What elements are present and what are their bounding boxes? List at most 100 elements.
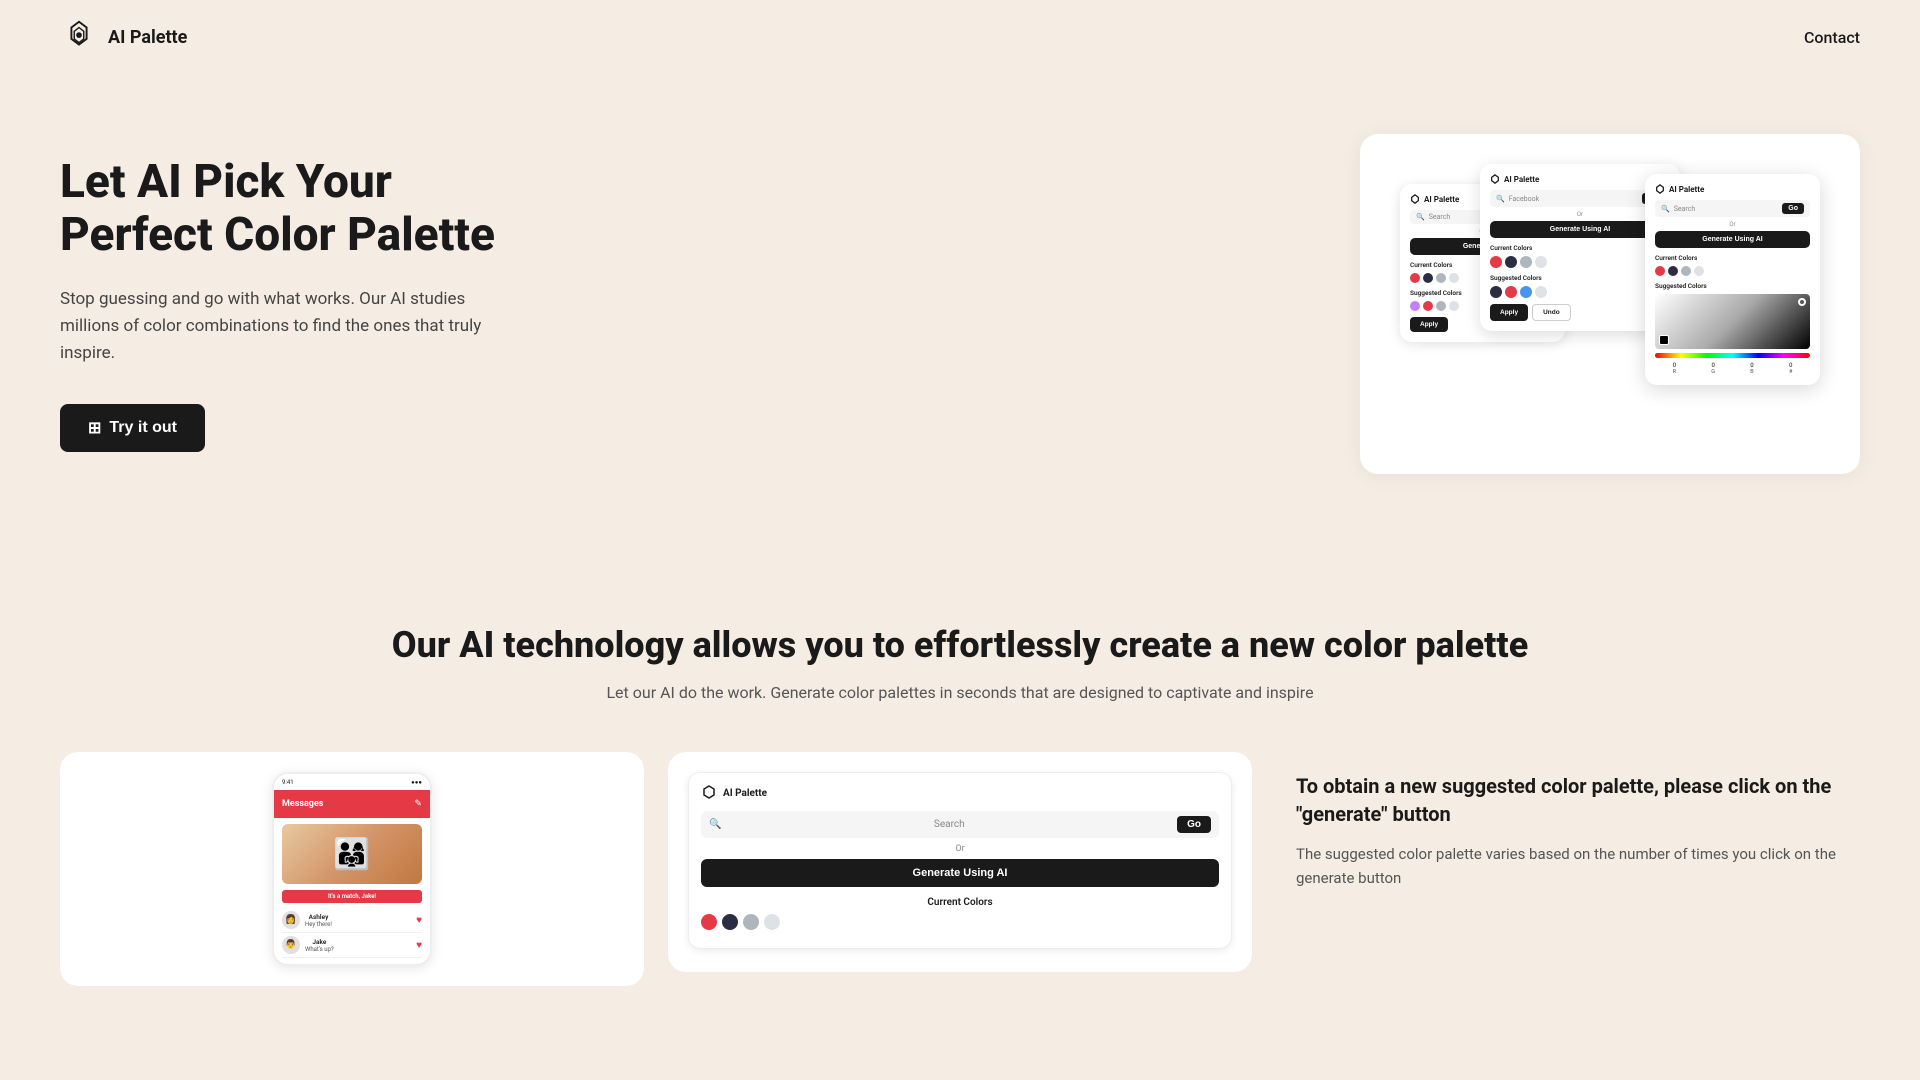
mockup-front-or: Or bbox=[1655, 221, 1810, 228]
color-dot bbox=[1505, 256, 1517, 268]
color-dot bbox=[1668, 266, 1678, 276]
rgb-r-value: 0 bbox=[1673, 362, 1676, 369]
panel-app: AI Palette 🔍 Search Go Or Generate Using… bbox=[668, 752, 1252, 972]
mockup-front-generate-btn[interactable]: Generate Using AI bbox=[1655, 231, 1810, 248]
rgb-g-value: 0 bbox=[1711, 362, 1715, 369]
mockup-mid-current-label: Current Colors bbox=[1490, 244, 1670, 252]
mockup-mid-generate-btn[interactable]: Generate Using AI bbox=[1490, 221, 1670, 238]
color-dot bbox=[1490, 256, 1502, 268]
app-header: AI Palette bbox=[701, 785, 1219, 801]
mockup-rainbow-slider bbox=[1655, 353, 1810, 358]
color-dot bbox=[1436, 301, 1446, 311]
mockup-front-search-label: Search bbox=[1674, 205, 1696, 213]
match-label: It's a match, Jake! bbox=[282, 890, 422, 903]
ai-palette-app: AI Palette 🔍 Search Go Or Generate Using… bbox=[688, 772, 1232, 949]
phone-status-bar: 9:41 ●●● bbox=[274, 774, 430, 790]
app-color-gray bbox=[743, 914, 759, 930]
mockup-mid-suggested-label: Suggested Colors bbox=[1490, 274, 1670, 282]
color-dot bbox=[1423, 301, 1433, 311]
hero-mockup-container: AI Palette 🔍 Search Or Generate Ui Curre… bbox=[1360, 134, 1860, 474]
color-picker-gradient bbox=[1655, 294, 1810, 349]
app-search-icon: 🔍 bbox=[709, 819, 721, 830]
hero-left: Let AI Pick Your Perfect Color Palette S… bbox=[60, 156, 520, 451]
mockup-front-go-btn[interactable]: Go bbox=[1782, 203, 1804, 214]
phone-list-item: 👨 Jake What's up? ♥ bbox=[282, 933, 422, 958]
people-emoji: 👨‍👩‍👧 bbox=[333, 837, 370, 872]
mockup-mid-search: 🔍 Facebook Go bbox=[1490, 190, 1670, 207]
mockup-mid-title: AI Palette bbox=[1504, 175, 1539, 184]
color-dot bbox=[1655, 266, 1665, 276]
color-dot bbox=[1520, 256, 1532, 268]
app-search-placeholder: Search bbox=[727, 819, 1171, 830]
color-dot bbox=[1694, 266, 1704, 276]
rgb-b-field: 0 B bbox=[1750, 362, 1753, 375]
mockup-mid-current-colors bbox=[1490, 256, 1670, 268]
mockup-back-apply-btn[interactable]: Apply bbox=[1410, 317, 1448, 332]
mockup-mid-apply-btn[interactable]: Apply bbox=[1490, 304, 1528, 321]
search-icon-mid: 🔍 bbox=[1496, 195, 1505, 203]
rgb-hex-value: 0 bbox=[1789, 362, 1792, 369]
app-go-button[interactable]: Go bbox=[1177, 816, 1211, 833]
phone-header-title: Messages bbox=[282, 799, 323, 809]
mockup-mid-header: AI Palette bbox=[1490, 174, 1670, 184]
mockup-front-search: 🔍 Search Go bbox=[1655, 200, 1810, 217]
section2-description: Let our AI do the work. Generate color p… bbox=[60, 683, 1860, 702]
color-dot bbox=[1410, 301, 1420, 311]
rgb-r-label: R bbox=[1673, 369, 1676, 375]
mockup-front-current-colors bbox=[1655, 266, 1810, 276]
cta-label: Try it out bbox=[109, 419, 177, 437]
mockup-front-panel: AI Palette 🔍 Search Go Or Generate Using… bbox=[1645, 174, 1820, 385]
logo-icon bbox=[60, 18, 98, 56]
hero-description: Stop guessing and go with what works. Ou… bbox=[60, 286, 520, 368]
hero-title: Let AI Pick Your Perfect Color Palette bbox=[60, 156, 520, 262]
phone-name-1: Ashley bbox=[305, 913, 332, 921]
rgb-hex-label: # bbox=[1789, 369, 1792, 375]
phone-msg-1: Hey there! bbox=[305, 921, 332, 928]
try-it-out-button[interactable]: ⊞ Try it out bbox=[60, 404, 205, 452]
app-header-title: AI Palette bbox=[723, 788, 767, 799]
phone-content: 👨‍👩‍👧 It's a match, Jake! 👩 Ashley Hey t… bbox=[274, 818, 430, 964]
mockup-group: AI Palette 🔍 Search Or Generate Ui Curre… bbox=[1400, 164, 1820, 444]
rgb-hex-field: 0 # bbox=[1789, 362, 1792, 375]
section2-title: Our AI technology allows you to effortle… bbox=[60, 624, 1860, 667]
color-dot bbox=[1505, 286, 1517, 298]
hero-section: Let AI Pick Your Perfect Color Palette S… bbox=[0, 74, 1920, 554]
picker-circle-handle bbox=[1798, 298, 1806, 306]
phone-time: 9:41 bbox=[282, 779, 294, 786]
phone-avatar-1: 👩 bbox=[282, 911, 300, 929]
color-dot bbox=[1436, 273, 1446, 283]
app-current-colors bbox=[701, 914, 1219, 930]
picker-black-square bbox=[1659, 335, 1669, 345]
app-logo-icon bbox=[701, 785, 717, 801]
app-generate-label: Generate Using AI bbox=[913, 867, 1008, 879]
heart-icon-2: ♥ bbox=[416, 940, 422, 951]
phone-header-icon: ✎ bbox=[414, 799, 422, 809]
panel-right-desc: The suggested color palette varies based… bbox=[1296, 842, 1840, 890]
nav-logo: AI Palette bbox=[60, 18, 187, 56]
phone-list-item: 👩 Ashley Hey there! ♥ bbox=[282, 908, 422, 933]
app-color-dark bbox=[722, 914, 738, 930]
phone-msg-2: What's up? bbox=[305, 946, 334, 953]
color-dot bbox=[1535, 286, 1547, 298]
panel-phone: 9:41 ●●● Messages ✎ 👨‍👩‍👧 It's a match, … bbox=[60, 752, 644, 986]
mockup-mid-suggested-colors bbox=[1490, 286, 1670, 298]
rgb-g-field: 0 G bbox=[1711, 362, 1715, 375]
mockup-front-current-label: Current Colors bbox=[1655, 254, 1810, 262]
navbar: AI Palette Contact bbox=[0, 0, 1920, 74]
phone-signal: ●●● bbox=[411, 779, 422, 786]
app-or-text: Or bbox=[701, 844, 1219, 854]
app-generate-button[interactable]: Generate Using AI bbox=[701, 859, 1219, 887]
phone-photo: 👨‍👩‍👧 bbox=[282, 824, 422, 884]
mockup-mid-fb-label: Facebook bbox=[1509, 195, 1539, 203]
app-color-light bbox=[764, 914, 780, 930]
color-dot bbox=[1520, 286, 1532, 298]
mockup-rgb-inputs: 0 R 0 G 0 B 0 # bbox=[1655, 362, 1810, 375]
contact-link[interactable]: Contact bbox=[1804, 28, 1860, 47]
generate-label-front: Generate Using AI bbox=[1702, 236, 1762, 243]
rgb-r-field: 0 R bbox=[1673, 362, 1676, 375]
phone-name-2: Jake bbox=[305, 938, 334, 946]
mockup-back-title: AI Palette bbox=[1424, 195, 1459, 204]
mockup-mid-undo-btn[interactable]: Undo bbox=[1532, 304, 1571, 321]
search-icon-back: 🔍 bbox=[1416, 213, 1425, 221]
rgb-g-label: G bbox=[1711, 369, 1715, 375]
